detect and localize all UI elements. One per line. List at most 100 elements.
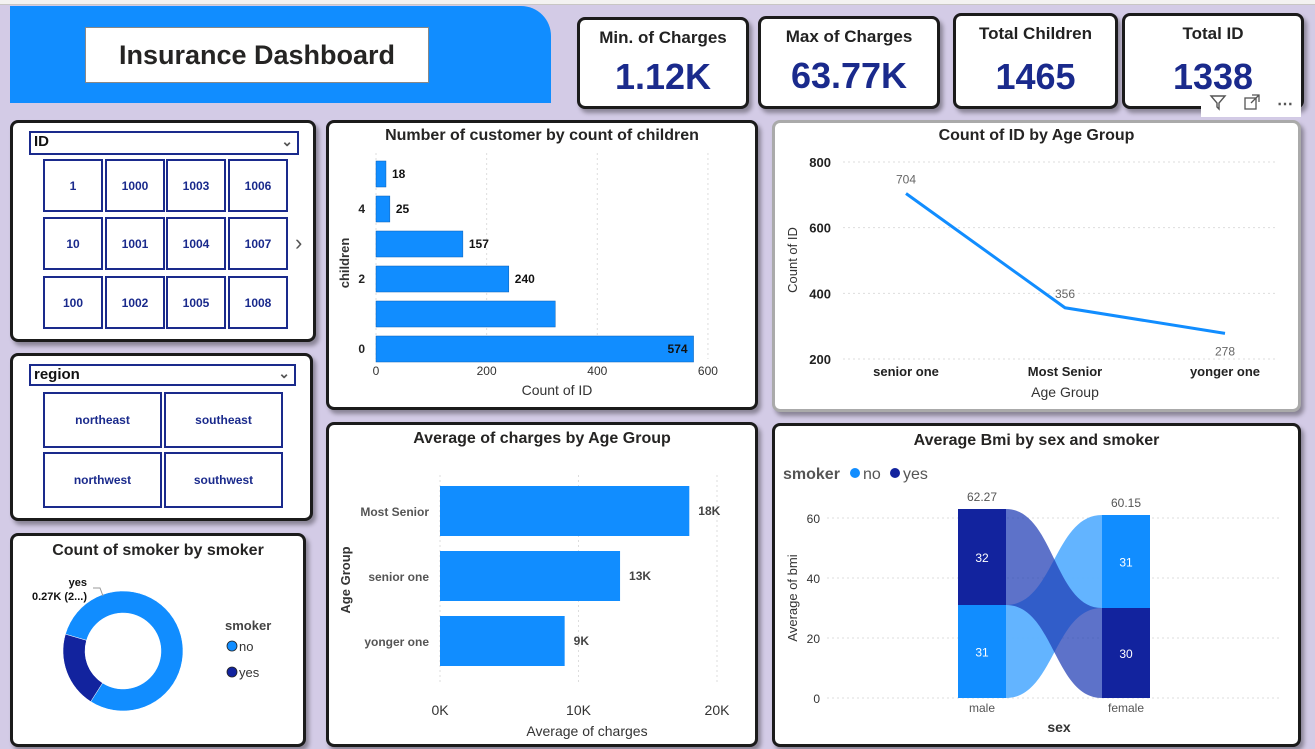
data-label: 278 (1215, 344, 1235, 358)
slicer-id-tile-1002[interactable]: 1002 (105, 276, 165, 329)
slicer-id-tile-1005[interactable]: 1005 (166, 276, 226, 329)
legend-marker-yes (890, 468, 900, 478)
bar-1 (375, 300, 556, 328)
y-axis-title: Count of ID (785, 227, 800, 293)
slice-yes (62, 633, 103, 702)
chevron-down-icon: ⌄ (278, 365, 290, 381)
y-axis-title: Average of bmi (785, 554, 800, 641)
slice-label-value: 0.27K (2...) (32, 591, 87, 603)
y-tick-label: 800 (809, 155, 831, 170)
slicer-id-dropdown[interactable]: ID ⌄ (29, 131, 299, 155)
y-tick-label: 4 (358, 202, 365, 216)
y-tick-label: Most Senior (360, 505, 429, 519)
slice-label-category: yes (69, 577, 87, 589)
kpi-card-min-charges[interactable]: Min. of Charges 1.12K (577, 17, 749, 109)
slicer-region-tile-northeast[interactable]: northeast (43, 392, 162, 448)
chart-agegroup-line-card: Count of ID by Age Group 200 400 600 800 704… (772, 120, 1301, 412)
slicer-id-tile-1006[interactable]: 1006 (228, 159, 288, 212)
title-box: Insurance Dashboard (85, 27, 429, 83)
focus-mode-icon[interactable] (1243, 93, 1261, 116)
y-tick-label: 200 (809, 352, 831, 367)
series-line (905, 192, 1226, 335)
x-tick-label: senior one (873, 364, 939, 379)
bar-5 (375, 160, 387, 188)
legend-marker-yes (226, 666, 238, 678)
x-tick-label: yonger one (1190, 364, 1260, 379)
chart-bmi-ribbon-card: Average Bmi by sex and smoker 0 20 40 60 31 3… (772, 423, 1301, 747)
data-label: 356 (1055, 287, 1075, 301)
slicer-id-tile-1008[interactable]: 1008 (228, 276, 288, 329)
filter-icon[interactable] (1209, 93, 1227, 116)
legend-label: yes (903, 466, 928, 483)
x-tick-label: 20K (705, 702, 731, 718)
x-tick-label: 200 (477, 364, 497, 378)
legend-label: no (239, 639, 253, 654)
bar-0 (375, 335, 694, 363)
bar-senior one (440, 551, 621, 601)
bar-3 (375, 230, 464, 258)
bar-Most Senior (440, 486, 690, 536)
slicer-id-tile-1007[interactable]: 1007 (228, 217, 288, 270)
page-title: Insurance Dashboard (118, 39, 396, 70)
kpi-title: Max of Charges (785, 27, 913, 46)
y-tick-label: 40 (807, 572, 821, 586)
x-tick-label: 600 (698, 364, 718, 378)
chevron-right-icon[interactable]: › (295, 230, 302, 256)
kpi-value: 1465 (995, 56, 1076, 97)
data-label: 31 (975, 646, 989, 660)
legend-label: no (863, 466, 881, 483)
slicer-region-tile-southeast[interactable]: southeast (164, 392, 283, 448)
x-tick-label: 0K (431, 702, 449, 718)
slicer-id-title: ID (34, 133, 49, 150)
legend-label: yes (239, 665, 260, 680)
slicer-region-dropdown[interactable]: region ⌄ (29, 364, 296, 386)
children-bar-chart: 0 200 400 600 18 4 25 157 2 240 0 574 children Count … (337, 153, 718, 398)
kpi-card-max-charges[interactable]: Max of Charges 63.77K (758, 16, 940, 109)
y-tick-label: 0 (358, 342, 365, 356)
data-label: 240 (515, 272, 535, 286)
slicer-id-card: ID ⌄ › 1 1000 1003 1006 10 1001 1004 1007 100 100… (10, 120, 316, 342)
data-label: 157 (469, 237, 489, 251)
y-axis-title: Age Group (338, 546, 353, 613)
bar-yonger one (440, 616, 565, 666)
bar-2 (375, 265, 510, 293)
y-tick-label: 0 (813, 692, 820, 706)
data-label: 18K (698, 504, 720, 518)
more-options-icon[interactable]: ⋯ (1277, 94, 1293, 114)
y-tick-label: 60 (807, 512, 821, 526)
total-label: 60.15 (1111, 496, 1141, 510)
visual-header-toolbar: ⋯ (1201, 91, 1301, 117)
top-ribbon-strip (0, 0, 1315, 5)
kpi-card-total-children[interactable]: Total Children 1465 (953, 13, 1118, 109)
legend-title: smoker (225, 618, 271, 633)
x-tick-label: Most Senior (1028, 364, 1102, 379)
chart-children-card: Number of customer by count of children … (326, 120, 758, 410)
x-axis-title: Age Group (1031, 384, 1099, 400)
x-tick-label: female (1108, 701, 1144, 715)
slicer-id-tile-1000[interactable]: 1000 (105, 159, 165, 212)
chart-avg-charges-card: Average of charges by Age Group 0K 10K 20K… (326, 422, 758, 747)
legend-title: smoker (783, 466, 840, 483)
data-label: 32 (975, 551, 989, 565)
slicer-id-tile-10[interactable]: 10 (43, 217, 103, 270)
chart-smoker-donut-card: Count of smoker by smoker yes 0.27K (2...… (10, 533, 306, 747)
data-label: 9K (574, 634, 590, 648)
y-tick-label: senior one (368, 570, 429, 584)
x-axis-title: Count of ID (522, 382, 593, 398)
slicer-id-tile-1[interactable]: 1 (43, 159, 103, 212)
slicer-region-tile-southwest[interactable]: southwest (164, 452, 283, 508)
avg-charges-bar-chart: 0K 10K 20K Most Senior 18K senior one 13K yonge… (338, 475, 731, 739)
chevron-down-icon: ⌄ (281, 133, 293, 149)
x-tick-label: 400 (587, 364, 607, 378)
slicer-region-tile-northwest[interactable]: northwest (43, 452, 162, 508)
slicer-id-tile-1003[interactable]: 1003 (166, 159, 226, 212)
slicer-id-tile-100[interactable]: 100 (43, 276, 103, 329)
slicer-id-tile-1004[interactable]: 1004 (166, 217, 226, 270)
kpi-value: 63.77K (790, 55, 908, 96)
legend-marker-no (850, 468, 860, 478)
slicer-id-tile-1001[interactable]: 1001 (105, 217, 165, 270)
x-tick-label: 0 (373, 364, 380, 378)
slicer-region-title: region (34, 366, 80, 383)
data-label: 31 (1119, 556, 1133, 570)
x-axis-title: sex (1047, 719, 1071, 735)
